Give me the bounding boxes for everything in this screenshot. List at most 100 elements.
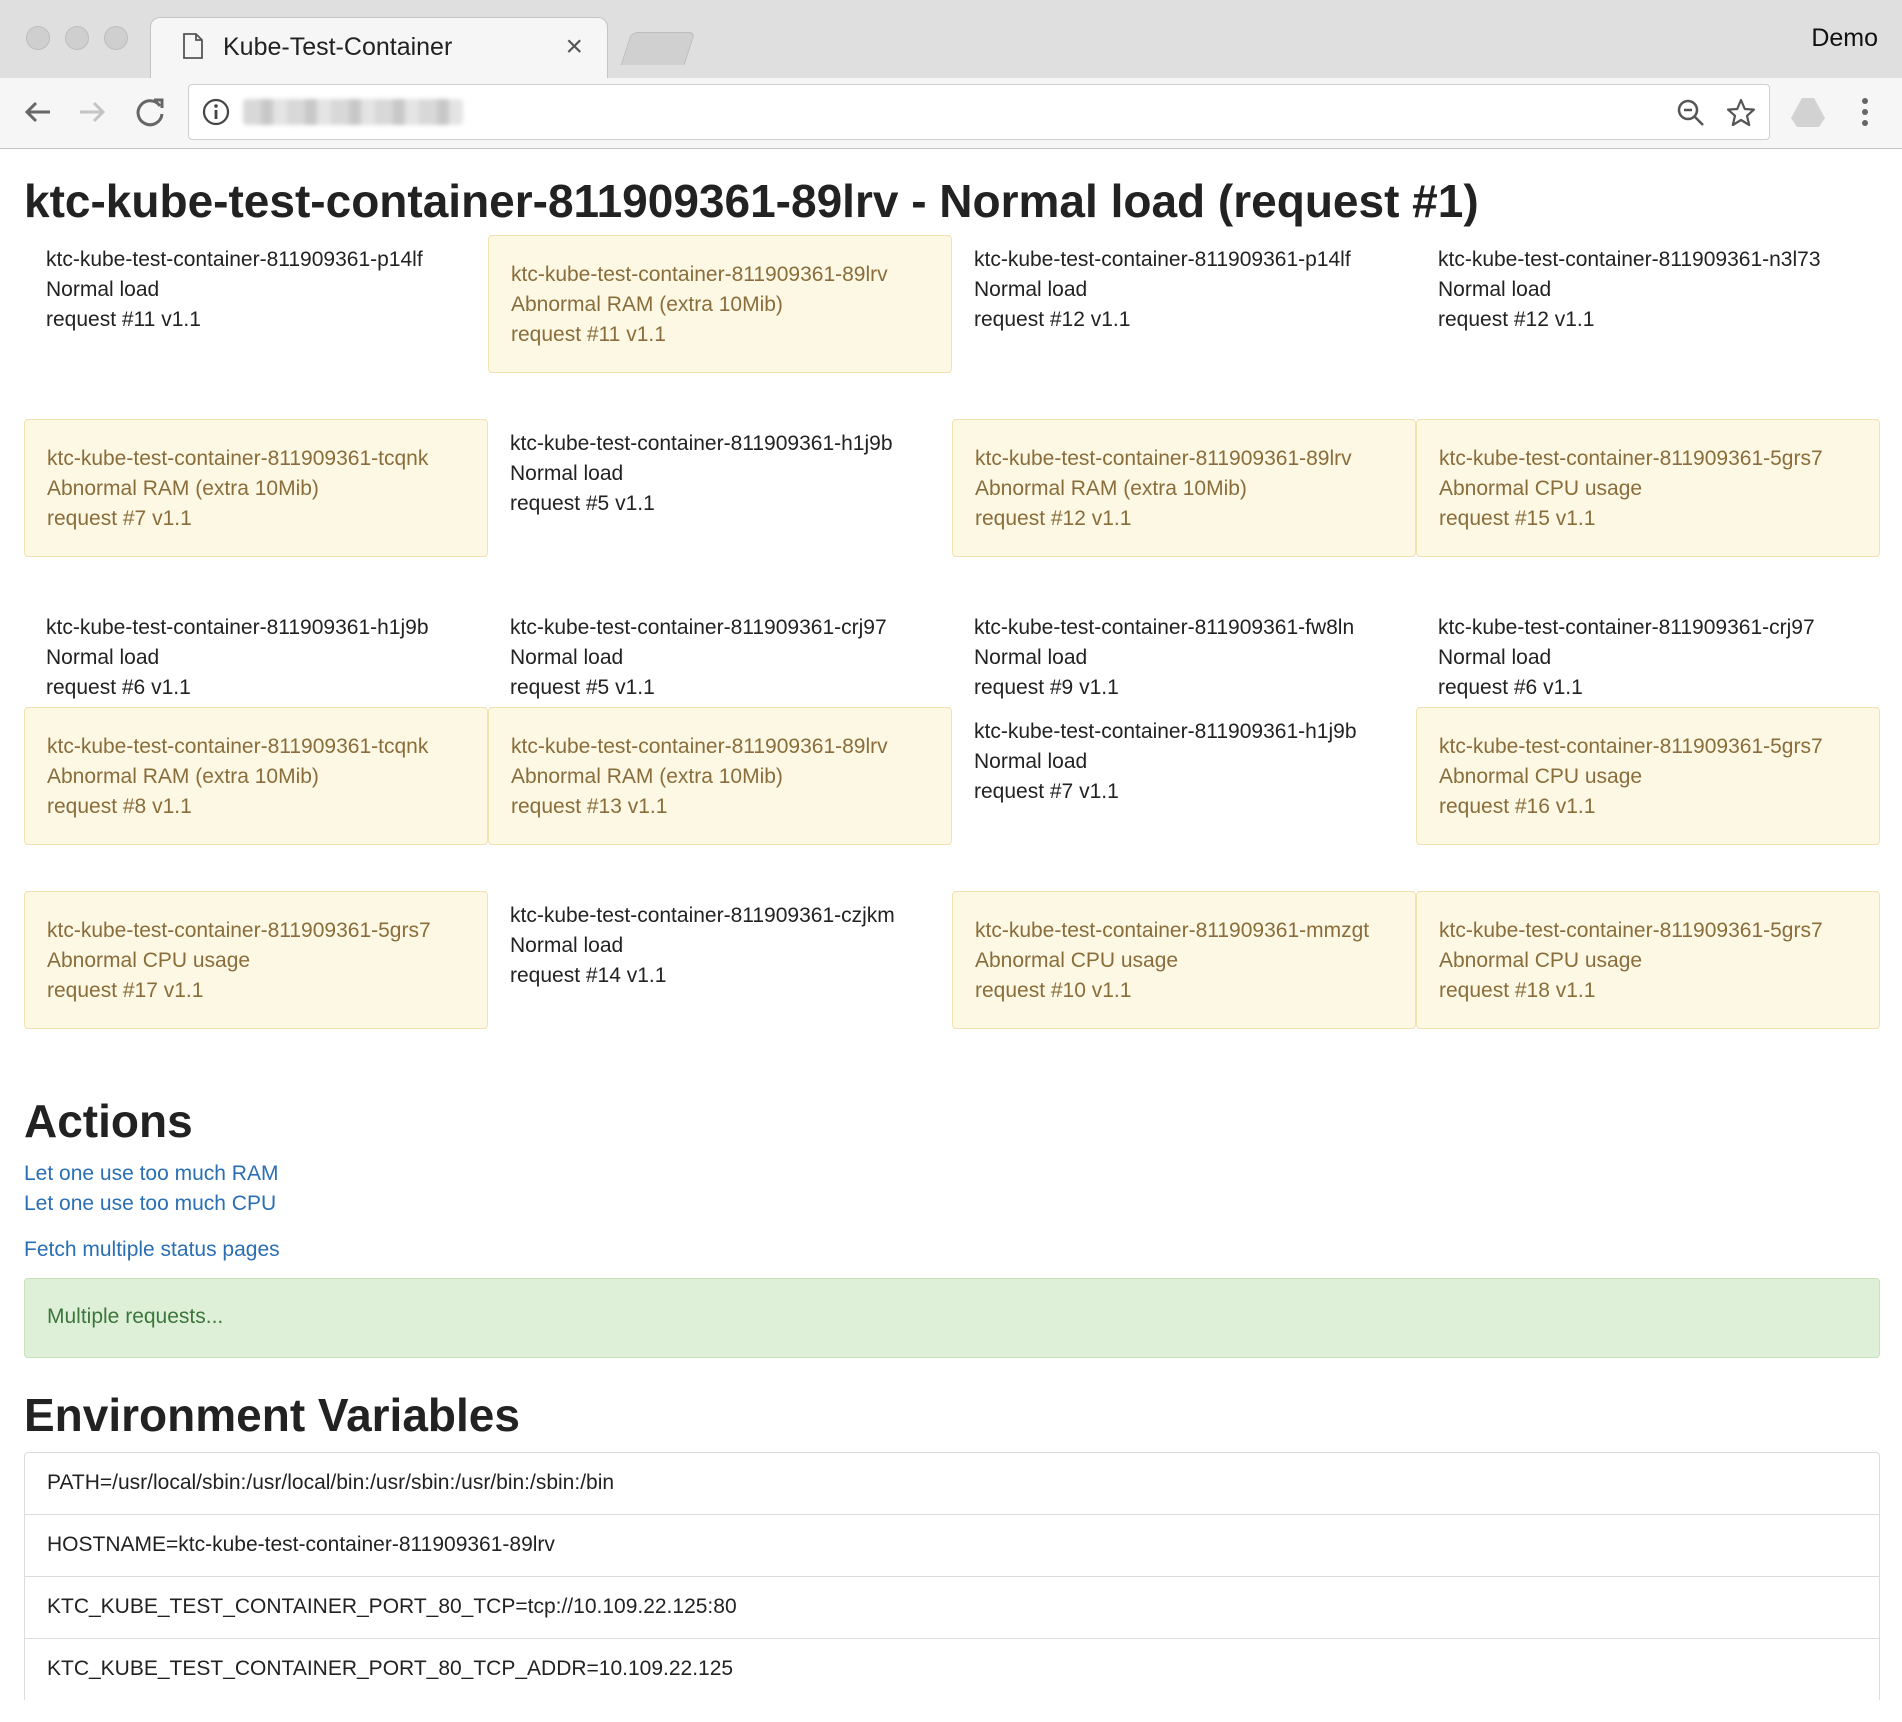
status-card-request: request #6 v1.1 (46, 675, 191, 699)
page-title: ktc-kube-test-container-811909361-89lrv … (24, 175, 1479, 227)
status-card-request: request #5 v1.1 (510, 675, 655, 699)
page-content: ktc-kube-test-container-811909361-89lrv … (24, 148, 1880, 1700)
status-card: ktc-kube-test-container-811909361-5grs7 A… (1416, 890, 1880, 1029)
profile-name[interactable]: Demo (1811, 24, 1878, 53)
status-card: ktc-kube-test-container-811909361-5grs7 A… (1416, 706, 1880, 845)
menu-icon[interactable] (1850, 94, 1880, 130)
tab-title: Kube-Test-Container (223, 33, 453, 61)
status-card-request: request #11 v1.1 (511, 322, 666, 346)
address-bar[interactable] (188, 84, 1770, 140)
fetch-status-pages-link[interactable]: Fetch multiple status pages (24, 1238, 280, 1262)
status-card-host: ktc-kube-test-container-811909361-czjkm (510, 903, 895, 927)
status-card-host: ktc-kube-test-container-811909361-tcqnk (47, 446, 429, 470)
forward-icon[interactable] (72, 92, 112, 132)
browser-tab-active[interactable]: Kube-Test-Container × (150, 17, 608, 79)
info-icon[interactable] (201, 97, 231, 127)
status-card: ktc-kube-test-container-811909361-tcqnk A… (24, 706, 488, 845)
status-card: ktc-kube-test-container-811909361-crj97 N… (1416, 603, 1880, 713)
status-card-request: request #13 v1.1 (511, 794, 668, 818)
status-card-status: Abnormal CPU usage (47, 948, 251, 972)
status-card-status: Abnormal RAM (extra 10Mib) (511, 292, 783, 316)
status-card: ktc-kube-test-container-811909361-fw8ln N… (952, 603, 1416, 713)
status-card-status: Abnormal RAM (extra 10Mib) (511, 764, 783, 788)
status-card: ktc-kube-test-container-811909361-n3l73 N… (1416, 235, 1880, 345)
status-card-request: request #15 v1.1 (1439, 506, 1596, 530)
status-card-host: ktc-kube-test-container-811909361-5grs7 (47, 918, 431, 942)
status-card-request: request #8 v1.1 (47, 794, 192, 818)
too-much-cpu-link[interactable]: Let one use too much CPU (24, 1192, 276, 1216)
status-card-status: Normal load (46, 645, 160, 669)
status-card-request: request #7 v1.1 (47, 506, 192, 530)
status-card-status: Abnormal RAM (extra 10Mib) (975, 476, 1247, 500)
status-card-host: ktc-kube-test-container-811909361-5grs7 (1439, 918, 1823, 942)
status-card-status: Normal load (974, 277, 1088, 301)
status-card-status: Normal load (1438, 277, 1552, 301)
status-card: ktc-kube-test-container-811909361-89lrv A… (488, 706, 952, 845)
status-card-request: request #6 v1.1 (1438, 675, 1583, 699)
status-card-request: request #18 v1.1 (1439, 978, 1596, 1002)
status-card-request: request #12 v1.1 (1438, 307, 1595, 331)
status-card-status: Abnormal RAM (extra 10Mib) (47, 764, 319, 788)
status-card-request: request #14 v1.1 (510, 963, 667, 987)
status-card: ktc-kube-test-container-811909361-h1j9b N… (952, 707, 1416, 817)
back-icon[interactable] (18, 92, 58, 132)
status-card-status: Normal load (510, 461, 624, 485)
status-card-status: Abnormal RAM (extra 10Mib) (47, 476, 319, 500)
status-card-status: Normal load (510, 933, 624, 957)
status-card-host: ktc-kube-test-container-811909361-p14lf (46, 247, 423, 271)
status-card: ktc-kube-test-container-811909361-5grs7 A… (24, 890, 488, 1029)
status-card-request: request #12 v1.1 (975, 506, 1132, 530)
new-tab-button[interactable] (620, 32, 696, 65)
too-much-ram-link[interactable]: Let one use too much RAM (24, 1162, 278, 1186)
status-card: ktc-kube-test-container-811909361-p14lf N… (952, 235, 1416, 345)
status-card: ktc-kube-test-container-811909361-czjkm N… (488, 891, 952, 1001)
browser-toolbar (0, 78, 1902, 149)
reload-icon[interactable] (130, 92, 170, 132)
star-icon[interactable] (1725, 97, 1757, 129)
status-card-status: Normal load (974, 749, 1088, 773)
status-card-status: Abnormal CPU usage (975, 948, 1179, 972)
actions-heading: Actions (24, 1095, 193, 1147)
window-zoom-button[interactable] (104, 26, 128, 50)
status-card-request: request #9 v1.1 (974, 675, 1119, 699)
status-card: ktc-kube-test-container-811909361-mmzgt A… (952, 890, 1416, 1029)
status-card: ktc-kube-test-container-811909361-p14lf N… (24, 235, 488, 345)
environment-heading: Environment Variables (24, 1389, 520, 1441)
status-card: ktc-kube-test-container-811909361-h1j9b N… (24, 603, 488, 713)
window-minimize-button[interactable] (65, 26, 89, 50)
status-card-host: ktc-kube-test-container-811909361-89lrv (511, 262, 888, 286)
status-card-request: request #7 v1.1 (974, 779, 1119, 803)
status-card: ktc-kube-test-container-811909361-tcqnk A… (24, 418, 488, 557)
status-card-host: ktc-kube-test-container-811909361-89lrv (975, 446, 1352, 470)
status-card-host: ktc-kube-test-container-811909361-crj97 (510, 615, 887, 639)
status-card-request: request #12 v1.1 (974, 307, 1131, 331)
status-card-host: ktc-kube-test-container-811909361-mmzgt (975, 918, 1370, 942)
document-icon (183, 33, 203, 59)
status-card-host: ktc-kube-test-container-811909361-h1j9b (974, 719, 1357, 743)
status-card-request: request #5 v1.1 (510, 491, 655, 515)
status-card: ktc-kube-test-container-811909361-89lrv A… (952, 418, 1416, 557)
browser-tab-strip: Kube-Test-Container × Demo (0, 0, 1902, 79)
status-card-request: request #16 v1.1 (1439, 794, 1596, 818)
status-card-host: ktc-kube-test-container-811909361-tcqnk (47, 734, 429, 758)
status-card-host: ktc-kube-test-container-811909361-5grs7 (1439, 446, 1823, 470)
status-card-host: ktc-kube-test-container-811909361-fw8ln (974, 615, 1355, 639)
window-close-button[interactable] (26, 26, 50, 50)
status-card-host: ktc-kube-test-container-811909361-p14lf (974, 247, 1351, 271)
status-card: ktc-kube-test-container-811909361-h1j9b N… (488, 419, 952, 529)
status-card-host: ktc-kube-test-container-811909361-89lrv (511, 734, 888, 758)
env-variable-item: PATH=/usr/local/sbin:/usr/local/bin:/usr… (24, 1452, 1880, 1514)
status-card-host: ktc-kube-test-container-811909361-crj97 (1438, 615, 1815, 639)
status-alert: Multiple requests... (24, 1278, 1880, 1358)
status-card-host: ktc-kube-test-container-811909361-n3l73 (1438, 247, 1821, 271)
status-card: ktc-kube-test-container-811909361-89lrv A… (488, 234, 952, 373)
drive-extension-icon[interactable] (1790, 96, 1826, 128)
status-card-host: ktc-kube-test-container-811909361-h1j9b (510, 431, 893, 455)
zoom-icon[interactable] (1675, 97, 1707, 129)
env-variable-item: KTC_KUBE_TEST_CONTAINER_PORT_80_TCP_ADDR… (24, 1638, 1880, 1700)
status-card: ktc-kube-test-container-811909361-crj97 N… (488, 603, 952, 713)
environment-list: PATH=/usr/local/sbin:/usr/local/bin:/usr… (24, 1452, 1880, 1700)
status-card-status: Abnormal CPU usage (1439, 948, 1643, 972)
tab-close-icon[interactable]: × (565, 30, 583, 64)
status-card-host: ktc-kube-test-container-811909361-5grs7 (1439, 734, 1823, 758)
